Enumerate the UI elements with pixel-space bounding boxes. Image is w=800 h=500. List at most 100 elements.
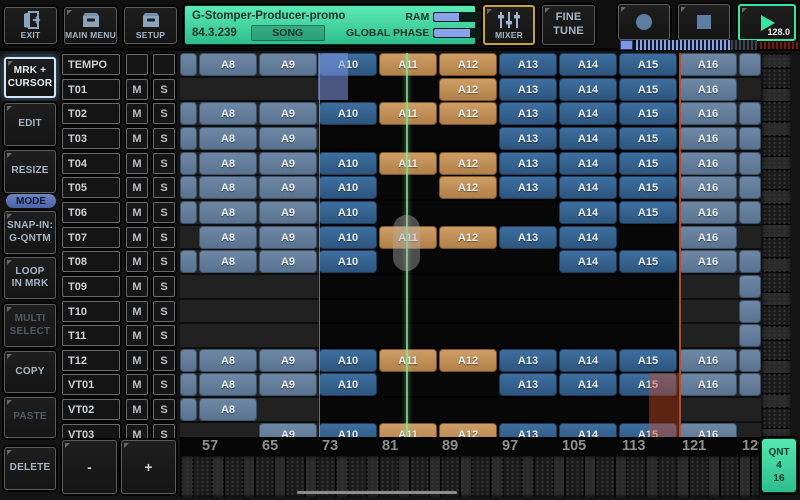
pattern-cell[interactable]: A9 [259, 373, 317, 396]
pattern-cell[interactable]: A11 [379, 349, 437, 372]
pattern-cell[interactable]: A16 [679, 349, 737, 372]
solo-button-t11[interactable]: S [153, 325, 175, 346]
zoom-out-button[interactable]: - [62, 440, 117, 494]
pattern-cell[interactable]: A12 [439, 53, 497, 76]
pattern-cell[interactable] [180, 176, 197, 199]
setup-button[interactable]: SETUP [124, 7, 177, 44]
pattern-cell[interactable]: A13 [499, 423, 557, 437]
mute-button-vt02[interactable]: M [126, 399, 148, 420]
pattern-cell[interactable]: A9 [259, 176, 317, 199]
play-button[interactable]: 128.0 [738, 4, 796, 41]
pattern-cell[interactable]: A13 [499, 349, 557, 372]
main-menu-button[interactable]: MAIN MENU [64, 7, 117, 44]
track-label-vt01[interactable]: VT01 [62, 374, 120, 395]
solo-button-t12[interactable]: S [153, 350, 175, 371]
pattern-cell[interactable]: A11 [379, 53, 437, 76]
track-label-t04[interactable]: T04 [62, 153, 120, 174]
pattern-cell[interactable]: A10 [319, 349, 377, 372]
pattern-cell[interactable]: A10 [319, 102, 377, 125]
solo-button-t08[interactable]: S [153, 251, 175, 272]
pattern-cell[interactable]: A9 [259, 127, 317, 150]
pattern-cell[interactable] [739, 373, 761, 396]
pattern-cell[interactable]: A15 [619, 53, 677, 76]
pattern-cell[interactable]: A14 [559, 176, 617, 199]
pattern-cell[interactable]: A12 [439, 152, 497, 175]
pattern-cell[interactable] [739, 176, 761, 199]
pattern-cell[interactable]: A13 [499, 176, 557, 199]
mixer-button[interactable]: MIXER [483, 5, 535, 45]
solo-button-t10[interactable]: S [153, 301, 175, 322]
pattern-cell[interactable]: A9 [259, 201, 317, 224]
pattern-cell[interactable]: A13 [499, 78, 557, 101]
pattern-cell[interactable] [739, 53, 761, 76]
pattern-cell[interactable]: A16 [679, 152, 737, 175]
pattern-cell[interactable]: A9 [259, 53, 317, 76]
pattern-cell[interactable]: A15 [619, 349, 677, 372]
pattern-cell[interactable]: A10 [319, 226, 377, 249]
pattern-cell[interactable]: A10 [319, 423, 377, 437]
pattern-cell[interactable]: A12 [439, 176, 497, 199]
track-label-t03[interactable]: T03 [62, 128, 120, 149]
pattern-cell[interactable] [739, 127, 761, 150]
pattern-cell[interactable]: A9 [259, 152, 317, 175]
track-label-t01[interactable]: T01 [62, 79, 120, 100]
track-label-t10[interactable]: T10 [62, 301, 120, 322]
pattern-cell[interactable]: A14 [559, 226, 617, 249]
pattern-cell[interactable]: A11 [379, 152, 437, 175]
mute-button-t04[interactable]: M [126, 153, 148, 174]
pattern-cell[interactable]: A14 [559, 373, 617, 396]
pattern-cell[interactable]: A16 [679, 53, 737, 76]
pattern-cell[interactable]: A14 [559, 78, 617, 101]
pattern-cell[interactable]: A8 [199, 373, 257, 396]
pattern-cell[interactable] [739, 275, 761, 298]
stop-button[interactable] [678, 4, 730, 40]
mute-button-t08[interactable]: M [126, 251, 148, 272]
pattern-cell[interactable]: A13 [499, 102, 557, 125]
track-label-t12[interactable]: T12 [62, 350, 120, 371]
pattern-cell[interactable]: A12 [439, 423, 497, 437]
pattern-cell[interactable]: A16 [679, 201, 737, 224]
mute-button-t07[interactable]: M [126, 227, 148, 248]
pattern-cell[interactable] [739, 201, 761, 224]
pattern-cell[interactable]: A8 [199, 250, 257, 273]
mute-button-t11[interactable]: M [126, 325, 148, 346]
pattern-cell[interactable]: A14 [559, 423, 617, 437]
pattern-cell[interactable]: A16 [679, 250, 737, 273]
mute-button-t01[interactable]: M [126, 79, 148, 100]
track-label-t09[interactable]: T09 [62, 276, 120, 297]
pattern-cell[interactable] [180, 349, 197, 372]
pattern-cell[interactable]: A10 [319, 250, 377, 273]
pattern-cell[interactable]: A16 [679, 176, 737, 199]
pattern-cell[interactable]: A8 [199, 201, 257, 224]
record-button[interactable] [618, 4, 670, 40]
pattern-cell[interactable]: A9 [259, 226, 317, 249]
marker-end-cursor[interactable] [649, 373, 679, 437]
pattern-cell[interactable] [180, 53, 197, 76]
pattern-cell[interactable]: A15 [619, 176, 677, 199]
mute-button-t09[interactable]: M [126, 276, 148, 297]
track-label-t07[interactable]: T07 [62, 227, 120, 248]
solo-button-t07[interactable]: S [153, 227, 175, 248]
pattern-cell[interactable]: A10 [319, 176, 377, 199]
solo-button-tempo[interactable] [153, 54, 175, 75]
pattern-cell[interactable]: A10 [319, 152, 377, 175]
mute-button-t12[interactable]: M [126, 350, 148, 371]
solo-button-t02[interactable]: S [153, 103, 175, 124]
pattern-cell[interactable]: A14 [559, 102, 617, 125]
pattern-cell[interactable] [180, 152, 197, 175]
pattern-cell[interactable] [739, 250, 761, 273]
pattern-cell[interactable]: A9 [259, 250, 317, 273]
track-label-tempo[interactable]: TEMPO [62, 54, 120, 75]
pattern-cell[interactable]: A8 [199, 127, 257, 150]
mute-button-t06[interactable]: M [126, 202, 148, 223]
mute-button-t05[interactable]: M [126, 177, 148, 198]
pattern-cell[interactable]: A11 [379, 423, 437, 437]
pattern-cell[interactable]: A8 [199, 53, 257, 76]
pattern-cell[interactable] [180, 201, 197, 224]
solo-button-t05[interactable]: S [153, 177, 175, 198]
solo-button-t03[interactable]: S [153, 128, 175, 149]
track-label-t05[interactable]: T05 [62, 177, 120, 198]
pattern-cell[interactable]: A12 [439, 78, 497, 101]
pattern-cell[interactable]: A14 [559, 201, 617, 224]
exit-button[interactable]: EXIT [4, 7, 57, 44]
